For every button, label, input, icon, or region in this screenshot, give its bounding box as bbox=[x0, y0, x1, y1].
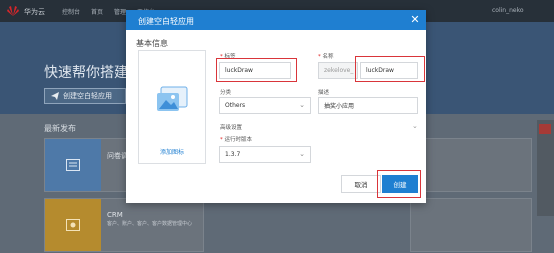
category-label: 分类 bbox=[220, 90, 232, 96]
app-card[interactable] bbox=[410, 138, 532, 192]
description-input[interactable]: 抽奖小应用 bbox=[318, 97, 418, 114]
user-name[interactable]: colin_neko bbox=[492, 7, 524, 14]
create-blank-app-label: 创建空白轻应用 bbox=[63, 92, 112, 100]
brand-name: 华为云 bbox=[24, 8, 45, 16]
runtime-label: * 运行时版本 bbox=[220, 137, 253, 143]
create-app-dialog: 创建空白轻应用 ✕ 基本信息 添加图标 * 标签 luckDraw * 名称 z… bbox=[126, 10, 426, 203]
dialog-header: 创建空白轻应用 ✕ bbox=[126, 10, 426, 30]
advanced-settings-toggle[interactable]: 高级设置 bbox=[220, 123, 242, 131]
nav-item[interactable]: 控制台 bbox=[62, 7, 80, 16]
category-select[interactable]: Others ⌄ bbox=[219, 97, 311, 114]
chevron-down-icon: ⌄ bbox=[299, 150, 305, 158]
name-label: * 名称 bbox=[318, 54, 334, 60]
nav-item[interactable]: 首页 bbox=[91, 7, 103, 16]
runtime-value: 1.3.7 bbox=[225, 151, 241, 158]
card-title: CRM bbox=[107, 211, 123, 219]
chevron-down-icon: ⌄ bbox=[299, 101, 305, 109]
huawei-logo-icon bbox=[7, 6, 19, 16]
description-value: 抽奖小应用 bbox=[324, 103, 355, 110]
add-icon-label: 添加图标 bbox=[159, 149, 184, 156]
right-toolbar bbox=[537, 120, 554, 216]
card-description: 客户、账户、客户、客户数据管理中心 bbox=[107, 221, 193, 227]
description-label: 描述 bbox=[318, 90, 330, 96]
image-upload-icon bbox=[157, 86, 188, 111]
card-crm-icon bbox=[45, 199, 101, 251]
card-form-icon bbox=[45, 139, 101, 191]
name-prefix: zekelove_ bbox=[318, 62, 358, 79]
highlight-box bbox=[216, 58, 297, 82]
required-mark: * bbox=[220, 137, 223, 143]
app-card[interactable]: CRM 客户、账户、客户、客户数据管理中心 bbox=[44, 198, 204, 252]
runtime-version-select[interactable]: 1.3.7 ⌄ bbox=[219, 146, 311, 163]
highlight-box bbox=[355, 56, 425, 82]
required-mark: * bbox=[318, 54, 321, 60]
highlight-box bbox=[377, 170, 421, 198]
latest-section-title: 最新发布 bbox=[44, 124, 76, 133]
app-icon-upload[interactable]: 添加图标 bbox=[138, 50, 206, 164]
chevron-down-icon[interactable]: ⌄ bbox=[412, 122, 418, 130]
nav-item[interactable]: 管理 bbox=[114, 7, 126, 16]
feedback-icon[interactable] bbox=[539, 124, 551, 134]
send-icon bbox=[51, 92, 59, 100]
app-card[interactable] bbox=[410, 198, 532, 252]
create-blank-app-button[interactable]: 创建空白轻应用 bbox=[44, 88, 126, 104]
basic-info-title: 基本信息 bbox=[136, 39, 168, 48]
category-value: Others bbox=[225, 102, 246, 109]
cancel-button[interactable]: 取消 bbox=[341, 175, 381, 193]
dialog-title: 创建空白轻应用 bbox=[138, 17, 194, 26]
close-icon[interactable]: ✕ bbox=[409, 14, 421, 26]
